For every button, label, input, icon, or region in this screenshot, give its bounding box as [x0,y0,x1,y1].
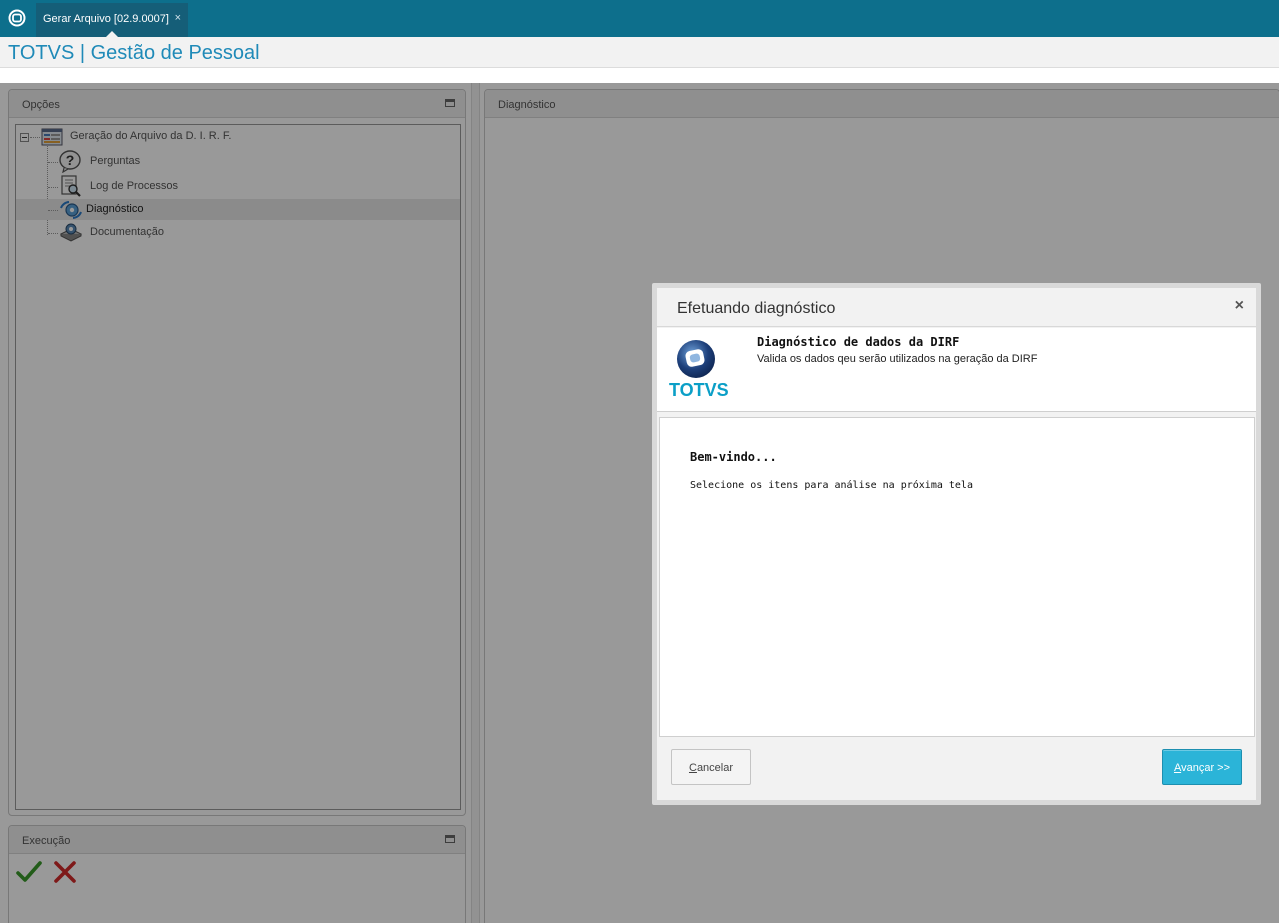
cancel-mnemonic: C [688,762,697,774]
tab-label: Gerar Arquivo [02.9.0007] [43,13,169,25]
welcome-text: Selecione os itens para análise na próxi… [690,480,973,491]
next-button[interactable]: Avançar >> [1162,749,1242,785]
page-title: TOTVS | Gestão de Pessoal [8,42,260,64]
cancel-button[interactable]: Cancelar [671,749,751,785]
totvs-logo-text: TOTVS [669,380,729,400]
banner-title: Diagnóstico de dados da DIRF [757,335,960,349]
title-bar: TOTVS | Gestão de Pessoal [0,37,1279,68]
totvs-logo: TOTVS [669,340,729,400]
banner-subtitle: Valida os dados qeu serão utilizados na … [757,353,1038,365]
next-label: vançar >> [1181,762,1231,774]
dialog-body: Bem-vindo... Selecione os itens para aná… [659,417,1255,737]
cancel-label: ancelar [696,762,734,774]
diagnostic-dialog: Efetuando diagnóstico × TOTVS Diagnóstic… [652,283,1261,805]
welcome-heading: Bem-vindo... [690,450,777,464]
dialog-banner: TOTVS Diagnóstico de dados da DIRF Valid… [657,328,1256,412]
dialog-title: Efetuando diagnóstico [677,300,836,317]
top-bar: Gerar Arquivo [02.9.0007] × [0,0,1279,37]
dialog-window: Efetuando diagnóstico × TOTVS Diagnóstic… [657,288,1256,800]
tab-close-icon[interactable]: × [175,12,181,24]
app-logo-icon[interactable] [8,9,26,27]
close-icon[interactable]: × [1235,297,1244,315]
dialog-header: Efetuando diagnóstico × [657,288,1256,327]
